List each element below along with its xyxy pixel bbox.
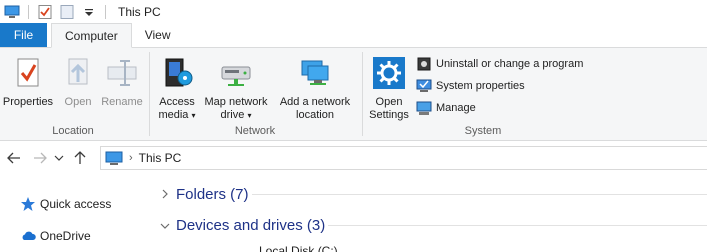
open-button[interactable]: Open: [58, 50, 98, 109]
up-arrow-icon[interactable]: [70, 148, 90, 168]
nav-item-quick-access[interactable]: Quick access: [20, 195, 111, 213]
section-divider: [328, 225, 707, 226]
recent-locations-chevron-icon[interactable]: [52, 148, 66, 168]
open-icon: [61, 56, 95, 90]
cloud-icon: [20, 228, 36, 244]
location-group-label: Location: [52, 125, 94, 137]
system-properties-label: System properties: [436, 80, 525, 92]
folders-section-title: Folders (7): [176, 185, 249, 203]
title-bar: This PC: [0, 0, 707, 24]
network-group: Access media ▾ Map network drive ▾ Add a…: [150, 48, 360, 141]
back-arrow-icon[interactable]: [4, 148, 24, 168]
settings-gear-icon: [372, 56, 406, 90]
tab-view[interactable]: View: [132, 23, 184, 47]
system-properties-icon: [416, 78, 432, 94]
add-network-location-label: Add a network location: [279, 96, 351, 121]
customize-dropdown-icon[interactable]: [81, 4, 97, 20]
uninstall-program-button[interactable]: Uninstall or change a program: [416, 55, 583, 73]
network-group-label: Network: [234, 125, 276, 137]
devices-section-title: Devices and drives (3): [176, 216, 326, 234]
network-location-icon: [298, 56, 332, 90]
open-settings-label: Open Settings: [369, 96, 409, 121]
system-properties-button[interactable]: System properties: [416, 77, 525, 95]
access-media-label: Access media ▾: [158, 96, 196, 121]
star-icon: [20, 196, 36, 212]
divider: [105, 5, 106, 19]
local-disk-label[interactable]: Local Disk (C:): [259, 244, 338, 252]
uninstall-icon: [416, 56, 432, 72]
computer-icon[interactable]: [4, 4, 20, 20]
onedrive-label: OneDrive: [40, 229, 91, 243]
access-media-button[interactable]: Access media ▾: [156, 50, 198, 122]
quick-access-label: Quick access: [40, 197, 112, 211]
uninstall-label: Uninstall or change a program: [436, 58, 584, 70]
breadcrumb-separator[interactable]: ›: [129, 152, 133, 164]
this-pc-icon: [105, 150, 123, 166]
manage-label: Manage: [436, 102, 476, 114]
address-bar[interactable]: › This PC: [100, 146, 707, 170]
system-group-label: System: [464, 125, 502, 137]
chevron-down-icon: [158, 218, 172, 233]
rename-label: Rename: [101, 96, 143, 108]
ribbon-tab-strip: File Computer View: [0, 23, 707, 48]
new-folder-icon[interactable]: [59, 4, 75, 20]
computer-management-icon: [416, 100, 432, 116]
content-area: Folders (7) Devices and drives (3) Local…: [150, 174, 707, 252]
map-network-drive-button[interactable]: Map network drive ▾: [200, 50, 272, 122]
properties-icon: [11, 56, 45, 90]
open-label: Open: [64, 96, 92, 108]
location-group: Properties Open Rename Location: [0, 48, 146, 141]
nav-item-onedrive[interactable]: OneDrive: [20, 227, 91, 245]
quick-access-toolbar: [0, 0, 114, 24]
divider: [28, 5, 29, 19]
properties-button[interactable]: Properties: [2, 50, 54, 109]
tab-computer[interactable]: Computer: [51, 23, 132, 48]
properties-check-icon[interactable]: [37, 4, 53, 20]
ribbon: Properties Open Rename Location Access m…: [0, 48, 707, 141]
navigation-pane: Quick access OneDrive: [0, 174, 150, 252]
add-network-location-button[interactable]: Add a network location: [275, 50, 355, 122]
navigation-bar: › This PC: [0, 142, 707, 174]
properties-label: Properties: [2, 96, 54, 108]
open-settings-button[interactable]: Open Settings: [365, 50, 413, 122]
folders-section-header[interactable]: Folders (7): [158, 183, 249, 205]
tab-file[interactable]: File: [0, 23, 47, 47]
breadcrumb-this-pc[interactable]: This PC: [139, 151, 182, 165]
network-drive-icon: [219, 56, 253, 90]
media-icon: [160, 56, 194, 90]
window-title: This PC: [118, 5, 161, 19]
manage-button[interactable]: Manage: [416, 99, 476, 117]
forward-arrow-icon[interactable]: [30, 148, 50, 168]
map-network-drive-label: Map network drive ▾: [204, 96, 268, 121]
rename-button[interactable]: Rename: [98, 50, 146, 109]
section-divider: [252, 194, 707, 195]
rename-icon: [105, 56, 139, 90]
chevron-right-icon: [158, 187, 172, 202]
devices-section-header[interactable]: Devices and drives (3): [158, 214, 325, 236]
